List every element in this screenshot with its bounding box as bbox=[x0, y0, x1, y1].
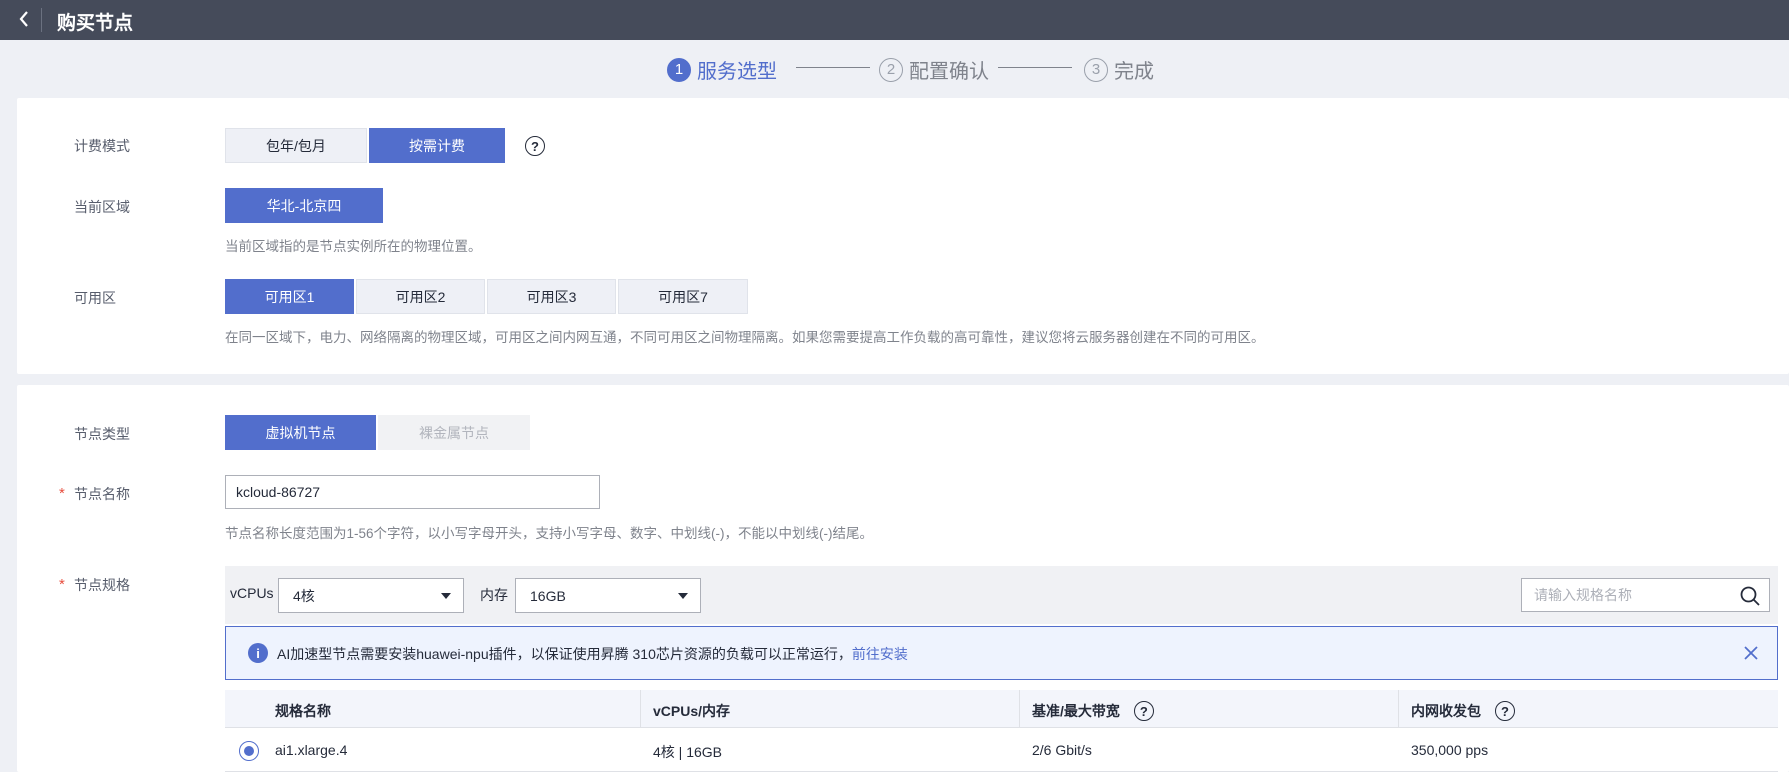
region-label: 当前区域 bbox=[74, 199, 130, 215]
vcpus-label: vCPUs bbox=[230, 585, 274, 601]
memory-select[interactable]: 16GB bbox=[515, 578, 701, 613]
step-label: 配置确认 bbox=[909, 61, 989, 83]
az-option-2[interactable]: 可用区2 bbox=[356, 279, 485, 314]
page-title: 购买节点 bbox=[57, 13, 134, 34]
help-icon[interactable]: ? bbox=[525, 136, 545, 156]
alert-text: AI加速型节点需要安装huawei-npu插件，以保证使用昇腾 310芯片资源的… bbox=[277, 646, 852, 662]
topbar-divider bbox=[41, 8, 42, 32]
alert-message: AI加速型节点需要安装huawei-npu插件，以保证使用昇腾 310芯片资源的… bbox=[277, 644, 908, 664]
step-1: 1 服务选型 bbox=[667, 55, 777, 84]
spec-radio-selected[interactable] bbox=[239, 741, 259, 761]
step-number: 3 bbox=[1084, 57, 1108, 82]
search-icon[interactable] bbox=[1739, 585, 1761, 607]
step-2: 2 配置确认 bbox=[879, 55, 989, 84]
required-mark: * bbox=[59, 576, 65, 593]
required-mark: * bbox=[59, 485, 65, 502]
az-label: 可用区 bbox=[74, 290, 116, 306]
help-icon[interactable]: ? bbox=[1495, 701, 1515, 721]
billing-option-yearly-monthly[interactable]: 包年/包月 bbox=[225, 128, 367, 163]
cell-pps: 350,000 pps bbox=[1411, 742, 1489, 758]
chevron-down-icon bbox=[441, 593, 451, 599]
close-icon[interactable] bbox=[1741, 643, 1761, 663]
region-hint: 当前区域指的是节点实例所在的物理位置。 bbox=[225, 239, 482, 254]
az-option-7[interactable]: 可用区7 bbox=[618, 279, 748, 314]
node-name-input[interactable] bbox=[225, 475, 600, 509]
cell-spec-name: ai1.xlarge.4 bbox=[275, 742, 348, 758]
spec-filter-bar: vCPUs 4核 内存 16GB bbox=[225, 566, 1778, 624]
table-row[interactable]: ai1.xlarge.4 4核 | 16GB 2/6 Gbit/s 350,00… bbox=[225, 729, 1778, 772]
column-header-vcpus-memory[interactable]: vCPUs/内存 bbox=[653, 701, 730, 721]
memory-value: 16GB bbox=[530, 587, 566, 604]
top-bar: 购买节点 bbox=[0, 0, 1789, 40]
step-number: 1 bbox=[667, 57, 691, 82]
cell-bandwidth: 2/6 Gbit/s bbox=[1032, 742, 1092, 758]
node-type-label: 节点类型 bbox=[74, 426, 130, 442]
vcpus-select[interactable]: 4核 bbox=[278, 578, 464, 613]
column-header-bandwidth[interactable]: 基准/最大带宽? bbox=[1032, 701, 1154, 721]
header-text: 基准/最大带宽 bbox=[1032, 703, 1120, 719]
column-separator bbox=[640, 690, 641, 728]
back-chevron-icon[interactable] bbox=[12, 6, 38, 32]
header-text: vCPUs/内存 bbox=[653, 703, 731, 719]
memory-label: 内存 bbox=[480, 587, 508, 603]
step-label: 完成 bbox=[1114, 61, 1154, 83]
node-spec-label: 节点规格 bbox=[74, 577, 130, 593]
node-type-vm[interactable]: 虚拟机节点 bbox=[225, 415, 376, 450]
step-label: 服务选型 bbox=[697, 61, 777, 83]
billing-option-on-demand[interactable]: 按需计费 bbox=[369, 128, 505, 163]
az-hint: 在同一区域下，电力、网络隔离的物理区域，可用区之间内网互通，不同可用区之间物理隔… bbox=[225, 330, 1265, 345]
az-option-1[interactable]: 可用区1 bbox=[225, 279, 354, 314]
spec-search-box[interactable] bbox=[1521, 578, 1770, 612]
column-separator bbox=[1019, 690, 1020, 728]
node-name-label: 节点名称 bbox=[74, 486, 130, 502]
node-name-hint: 节点名称长度范围为1-56个字符，以小写字母开头，支持小写字母、数字、中划线(-… bbox=[225, 526, 873, 541]
column-header-pps[interactable]: 内网收发包? bbox=[1411, 701, 1515, 721]
cell-vcpus-memory: 4核 | 16GB bbox=[653, 744, 723, 760]
step-number: 2 bbox=[879, 57, 903, 82]
progress-steps: 1 服务选型 2 配置确认 3 完成 bbox=[0, 53, 1789, 87]
header-text: 内网收发包 bbox=[1411, 703, 1481, 719]
chevron-down-icon bbox=[678, 593, 688, 599]
help-icon[interactable]: ? bbox=[1133, 701, 1154, 721]
spec-search-input[interactable] bbox=[1522, 579, 1722, 611]
npu-plugin-alert: i AI加速型节点需要安装huawei-npu插件，以保证使用昇腾 310芯片资… bbox=[225, 626, 1778, 680]
step-connector bbox=[796, 67, 870, 68]
node-type-bare-metal: 裸金属节点 bbox=[378, 415, 530, 450]
info-icon: i bbox=[248, 643, 268, 663]
vcpus-value: 4核 bbox=[293, 587, 315, 604]
spec-table-header: 规格名称 vCPUs/内存 基准/最大带宽? 内网收发包? bbox=[225, 690, 1778, 728]
header-text: 规格名称 bbox=[275, 703, 331, 719]
install-link[interactable]: 前往安装 bbox=[852, 646, 908, 662]
column-header-spec-name[interactable]: 规格名称 bbox=[275, 701, 331, 721]
step-3: 3 完成 bbox=[1084, 55, 1154, 84]
billing-mode-label: 计费模式 bbox=[74, 138, 130, 154]
region-button[interactable]: 华北-北京四 bbox=[225, 188, 383, 223]
step-connector bbox=[998, 67, 1072, 68]
az-option-3[interactable]: 可用区3 bbox=[487, 279, 616, 314]
column-separator bbox=[1398, 690, 1399, 728]
